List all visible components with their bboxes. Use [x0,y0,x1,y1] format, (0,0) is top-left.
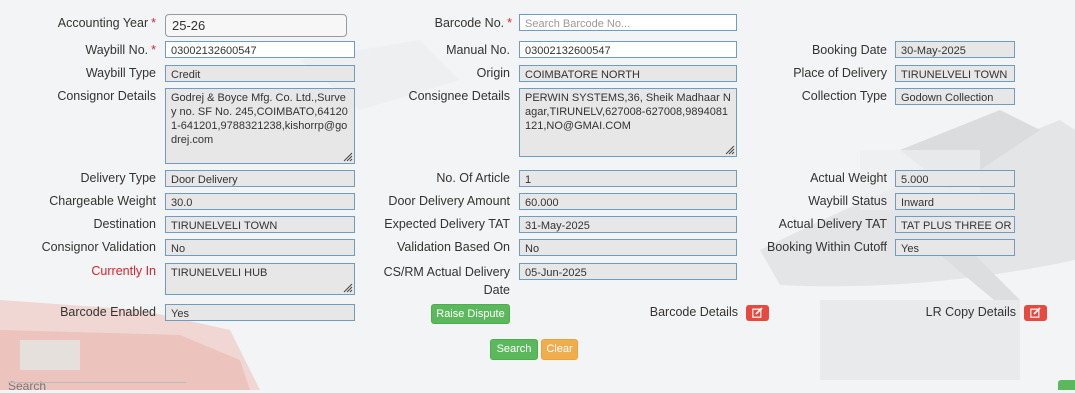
consignor-validation-label: Consignor Validation [41,240,156,254]
consignor-details-text: Godrej & Boyce Mfg. Co. Ltd.,Survey no. … [171,92,348,146]
validation-based-on-field: No [519,239,737,256]
door-delivery-amount-label: Door Delivery Amount [388,194,510,208]
no-of-article-field: 1 [519,170,737,187]
currently-in-textarea[interactable]: TIRUNELVELI HUB [165,263,355,295]
barcode-enabled-label: Barcode Enabled [60,305,156,319]
search-button[interactable]: Search [490,339,538,360]
consignor-details-label: Consignor Details [57,89,156,103]
door-delivery-amount-field: 60.000 [519,193,737,210]
resize-grip-icon[interactable] [725,145,735,155]
edit-icon [1030,307,1041,318]
waybill-status-field: Inward [895,193,1015,210]
actual-weight-label: Actual Weight [810,171,887,185]
origin-field: COIMBATORE NORTH [519,65,737,82]
expected-delivery-tat-label: Expected Delivery TAT [384,217,510,231]
validation-based-on-label: Validation Based On [396,240,510,254]
consignee-details-text: PERWIN SYSTEMS,36, Sheik Madhaar Nagar,T… [525,92,731,132]
actual-delivery-tat-field: TAT PLUS THREE OR MORE [895,216,1015,233]
place-of-delivery-label: Place of Delivery [793,66,887,80]
barcode-details-edit-button[interactable] [746,305,769,321]
accounting-year-label: Accounting Year * [57,16,156,30]
resize-grip-icon[interactable] [343,283,353,293]
place-of-delivery-field: TIRUNELVELI TOWN [895,65,1015,82]
chargeable-weight-label: Chargeable Weight [49,194,156,208]
lr-copy-details-label: LR Copy Details [925,305,1016,319]
destination-label: Destination [93,217,156,231]
collection-type-label: Collection Type [801,89,887,103]
no-of-article-label: No. Of Article [436,171,510,185]
corner-action-button[interactable] [1058,380,1075,390]
edit-icon [752,307,763,318]
collection-type-field: Godown Collection [895,88,1015,105]
origin-label: Origin [476,66,510,80]
actual-weight-field: 5.000 [895,170,1015,187]
currently-in-label: Currently In [91,264,156,278]
waybill-type-label: Waybill Type [85,66,156,80]
barcode-enabled-field: Yes [165,304,355,321]
chargeable-weight-field: 30.0 [165,193,355,210]
manual-no-label: Manual No. [446,43,510,57]
waybill-no-input[interactable]: 03002132600547 [165,41,355,58]
clear-button[interactable]: Clear [541,339,578,360]
booking-date-label: Booking Date [811,43,887,57]
consignor-validation-field: No [165,239,355,256]
consignee-details-label: Consignee Details [408,89,510,103]
lr-copy-details-edit-button[interactable] [1024,305,1047,321]
booking-within-cutoff-field: Yes [895,239,1015,256]
booking-within-cutoff-label: Booking Within Cutoff [767,240,887,254]
booking-date-field: 30-May-2025 [895,41,1015,58]
raise-dispute-button[interactable]: Raise Dispute [431,304,510,324]
waybill-status-label: Waybill Status [808,194,887,208]
resize-grip-icon[interactable] [343,152,353,162]
manual-no-input[interactable]: 03002132600547 [519,41,737,58]
barcode-details-label: Barcode Details [649,305,738,319]
delivery-type-label: Delivery Type [80,171,157,185]
consignee-details-textarea[interactable]: PERWIN SYSTEMS,36, Sheik Madhaar Nagar,T… [519,88,737,157]
waybill-no-label: Waybill No. * [85,43,156,57]
currently-in-text: TIRUNELVELI HUB [171,267,268,279]
consignor-details-textarea[interactable]: Godrej & Boyce Mfg. Co. Ltd.,Survey no. … [165,88,355,164]
accounting-year-select[interactable]: 25-26 [165,14,347,37]
cs-rm-actual-delivery-date-label: CS/RM Actual Delivery Date [383,265,510,297]
destination-field: TIRUNELVELI TOWN [165,216,355,233]
actual-delivery-tat-label: Actual Delivery TAT [778,217,887,231]
cs-rm-actual-delivery-date-field: 05-Jun-2025 [519,263,737,280]
barcode-no-label: Barcode No. * [434,16,512,30]
barcode-search-input[interactable]: Search Barcode No... [519,14,737,31]
expected-delivery-tat-field: 31-May-2025 [519,216,737,233]
delivery-type-field: Door Delivery [165,170,355,187]
search-underline [8,382,186,383]
waybill-type-field: Credit [165,65,355,82]
